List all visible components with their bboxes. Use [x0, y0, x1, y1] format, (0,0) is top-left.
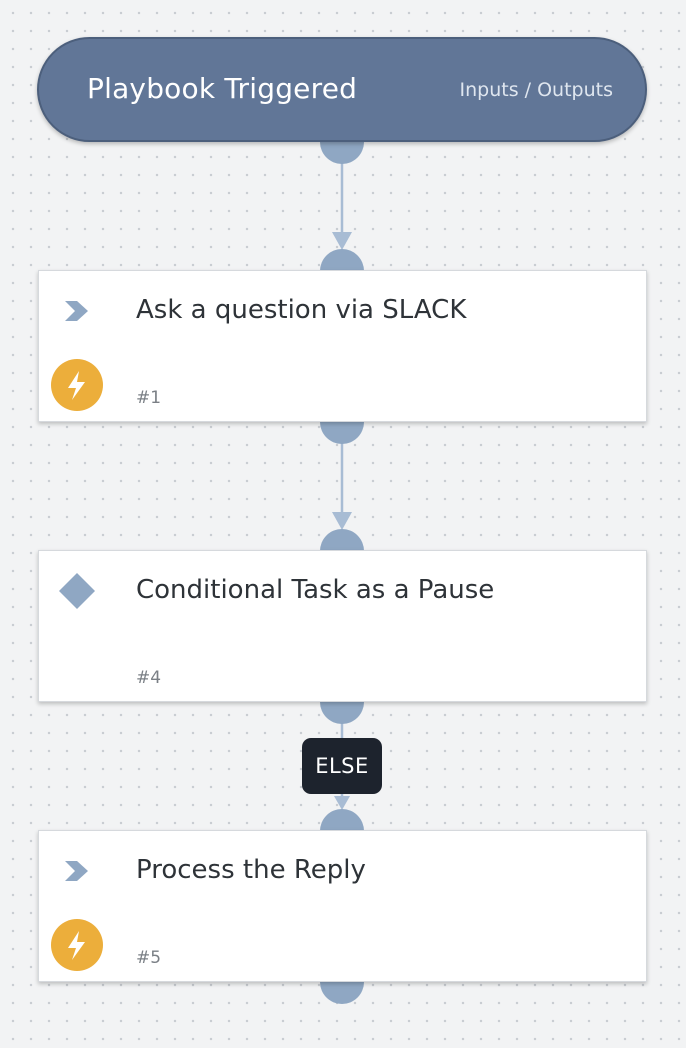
task-card-ask-question[interactable]: Ask a question via SLACK #1: [38, 270, 647, 422]
lightning-bolt-icon: [68, 371, 85, 400]
arrowhead-to-task-1: [332, 232, 352, 250]
playbook-trigger-node[interactable]: Playbook Triggered Inputs / Outputs: [37, 37, 647, 142]
task-id: #5: [136, 948, 162, 968]
task-card-conditional-pause[interactable]: Conditional Task as a Pause #4: [38, 550, 647, 702]
task-card-process-reply[interactable]: Process the Reply #5: [38, 830, 647, 982]
task-title: Conditional Task as a Pause: [136, 575, 495, 605]
chevron-right-icon: [65, 861, 88, 881]
task-id: #1: [136, 388, 162, 408]
task-title: Ask a question via SLACK: [136, 295, 467, 325]
task-id: #4: [136, 668, 162, 688]
automation-badge: [51, 359, 103, 411]
lightning-bolt-icon: [68, 931, 85, 960]
arrowhead-to-task-5: [334, 796, 350, 810]
diamond-icon: [59, 573, 95, 609]
arrowhead-to-task-4: [332, 512, 352, 530]
task-title: Process the Reply: [136, 855, 366, 885]
automation-badge: [51, 919, 103, 971]
inputs-outputs-link[interactable]: Inputs / Outputs: [460, 79, 613, 101]
else-branch-label[interactable]: ELSE: [302, 738, 382, 794]
chevron-right-icon: [65, 301, 88, 321]
trigger-title: Playbook Triggered: [87, 72, 358, 105]
